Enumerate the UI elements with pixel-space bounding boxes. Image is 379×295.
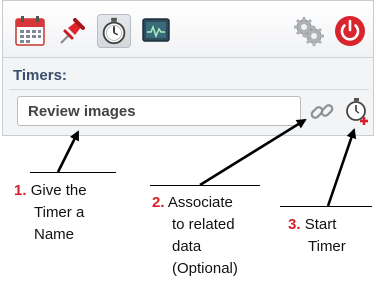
divider <box>9 89 369 90</box>
annotation-2-rule <box>150 185 260 186</box>
annotation-3-rule <box>280 206 372 207</box>
annotation-3-line-2: Timer <box>308 238 346 255</box>
power-button[interactable] <box>333 14 367 48</box>
arrow-3 <box>326 128 357 207</box>
annotation-1-line-3: Name <box>34 226 75 243</box>
stopwatch-icon <box>102 17 126 45</box>
annotation-3-line-1: Start <box>304 216 337 233</box>
start-timer-button[interactable] <box>342 96 372 126</box>
toolbar <box>3 1 373 58</box>
pushpin-icon <box>60 18 85 44</box>
calendar-icon <box>15 16 45 46</box>
annotation-2-number: 2. <box>152 194 165 211</box>
monitor-chart-icon <box>142 18 170 42</box>
timers-heading: Timers: <box>13 67 67 84</box>
annotation-1: 1. Give the Timer a Name <box>14 180 87 246</box>
annotation-2-line-1: Associate <box>167 194 233 211</box>
arrow-1 <box>56 130 80 173</box>
annotation-1-line-2: Timer a <box>34 204 85 221</box>
annotation-3: 3. Start Timer <box>288 214 346 258</box>
annotation-1-line-1: Give the <box>30 182 87 199</box>
annotation-2-line-4: (Optional) <box>172 260 238 277</box>
annotation-2-line-2: to related <box>172 216 235 233</box>
annotation-1-rule <box>30 172 116 173</box>
annotation-1-number: 1. <box>14 182 27 199</box>
pushpin-button[interactable] <box>55 14 89 48</box>
timers-panel: Timers: <box>2 0 374 136</box>
annotation-3-number: 3. <box>288 216 301 233</box>
power-icon <box>335 16 365 46</box>
annotation-2-line-3: data <box>172 238 202 255</box>
associate-data-button[interactable] <box>308 98 336 126</box>
link-icon <box>310 104 334 119</box>
settings-button[interactable] <box>291 14 325 48</box>
timers-tab-button[interactable] <box>97 14 131 48</box>
gears-icon <box>294 17 324 46</box>
stopwatch-plus-icon <box>346 98 368 125</box>
timer-name-input[interactable] <box>17 96 301 126</box>
annotation-2: 2. Associate to related data (Optional) <box>152 192 238 280</box>
calendar-button[interactable] <box>13 14 47 48</box>
monitor-button[interactable] <box>139 14 173 48</box>
